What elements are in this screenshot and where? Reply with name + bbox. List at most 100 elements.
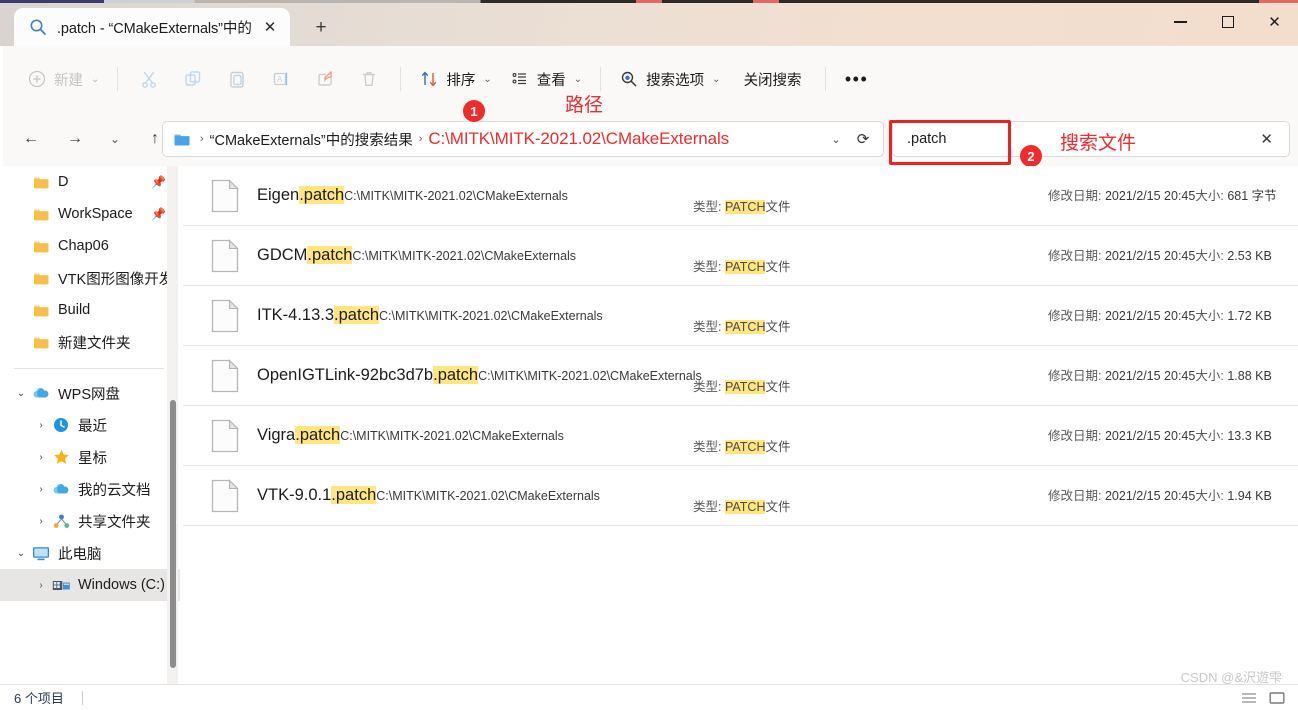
file-size: 大小: 2.53 KB: [1195, 249, 1271, 263]
date-value: 2021/2/15 20:45: [1104, 428, 1196, 443]
sort-button[interactable]: 排序 ⌄: [410, 61, 500, 97]
date-label: 修改日期:: [1048, 368, 1102, 383]
sidebar-item-label: 最近: [78, 418, 107, 435]
new-tab-button[interactable]: +: [306, 14, 336, 42]
share-button[interactable]: [303, 60, 347, 98]
sidebar-tree-item[interactable]: › 共享文件夹: [0, 505, 180, 537]
sidebar-item-label: 新建文件夹: [58, 335, 131, 352]
file-row[interactable]: OpenIGTLink-92bc3d7b.patchC:\MITK\MITK-2…: [183, 346, 1298, 406]
drive-icon: [50, 578, 72, 593]
close-window-button[interactable]: ✕: [1251, 0, 1298, 44]
cut-button[interactable]: [127, 60, 171, 98]
maximize-button[interactable]: [1204, 0, 1251, 44]
breadcrumb-search-results[interactable]: “CMakeExternals”中的搜索结果: [210, 129, 413, 150]
annotation-badge-2: 2: [1020, 145, 1042, 167]
sidebar-quick-item[interactable]: VTK图形图像开发: [0, 262, 180, 294]
type-suffix: 文件: [765, 500, 791, 514]
status-bar: 6 个项目: [0, 684, 1298, 710]
minimize-button[interactable]: [1157, 0, 1204, 44]
sidebar-tree-item[interactable]: › 最近: [0, 409, 180, 441]
file-size: 大小: 1.88 KB: [1195, 369, 1271, 383]
chevron-icon[interactable]: ›: [32, 452, 50, 463]
file-icon: [207, 358, 243, 393]
file-icon: [207, 478, 243, 513]
more-options-button[interactable]: •••: [835, 60, 879, 98]
type-match: PATCH: [724, 380, 766, 394]
sidebar-divider: [14, 368, 164, 369]
chevron-icon[interactable]: ›: [32, 484, 50, 495]
file-date: 修改日期: 2021/2/15 20:45: [1048, 369, 1195, 383]
paste-button[interactable]: [215, 60, 259, 98]
new-button[interactable]: 新建 ⌄: [18, 61, 108, 97]
chevron-icon[interactable]: ⌄: [12, 388, 30, 399]
type-suffix: 文件: [765, 200, 791, 214]
file-row[interactable]: Vigra.patchC:\MITK\MITK-2021.02\CMakeExt…: [183, 406, 1298, 466]
search-clear-icon[interactable]: ✕: [1252, 130, 1281, 148]
copy-button[interactable]: [171, 60, 215, 98]
tab-title: .patch - “CMakeExternals”中的: [57, 20, 252, 37]
sidebar-quick-item[interactable]: 新建文件夹: [0, 326, 180, 358]
file-size: 大小: 13.3 KB: [1195, 429, 1271, 443]
details-view-icon[interactable]: [1240, 690, 1258, 706]
search-options-button[interactable]: 搜索选项 ⌄: [610, 61, 729, 97]
folder-icon: [30, 335, 52, 350]
file-name: GDCM.patch: [257, 246, 353, 264]
file-date: 修改日期: 2021/2/15 20:45: [1048, 489, 1195, 503]
rename-button[interactable]: A: [259, 60, 303, 98]
file-date: 修改日期: 2021/2/15 20:45: [1048, 429, 1195, 443]
delete-button[interactable]: [347, 60, 391, 98]
type-label: 类型:: [693, 320, 722, 334]
star-icon: [50, 449, 72, 465]
size-value: 681 字节: [1227, 188, 1277, 203]
chevron-icon[interactable]: ⌄: [12, 548, 30, 559]
breadcrumb-path[interactable]: C:\MITK\MITK-2021.02\CMakeExternals: [428, 129, 729, 149]
sidebar-quick-item[interactable]: WorkSpace 📌: [0, 198, 180, 230]
date-label: 修改日期:: [1048, 488, 1102, 503]
sidebar-quick-item[interactable]: Chap06: [0, 230, 180, 262]
size-label: 大小:: [1195, 248, 1224, 263]
sidebar-quick-item[interactable]: Build: [0, 294, 180, 326]
large-icons-view-icon[interactable]: [1268, 690, 1286, 706]
file-row[interactable]: Eigen.patchC:\MITK\MITK-2021.02\CMakeExt…: [183, 166, 1298, 226]
search-input[interactable]: .patch: [907, 131, 947, 147]
sidebar-item-label: Windows (C:): [78, 577, 166, 593]
chevron-icon[interactable]: ›: [32, 580, 50, 591]
type-suffix: 文件: [765, 440, 791, 454]
sidebar-tree-item[interactable]: › 星标: [0, 441, 180, 473]
chevron-down-icon: ⌄: [483, 73, 492, 85]
browser-tab[interactable]: .patch - “CMakeExternals”中的 ✕: [14, 8, 290, 46]
sidebar-tree-item[interactable]: › 我的云文档: [0, 473, 180, 505]
file-size: 大小: 1.72 KB: [1195, 309, 1271, 323]
sidebar-quick-item[interactable]: D 📌: [0, 166, 180, 198]
type-label: 类型:: [693, 200, 722, 214]
folder-icon: [30, 271, 52, 286]
chevron-icon[interactable]: ›: [32, 516, 50, 527]
quick-access-list: D 📌 WorkSpace 📌 Chap06 VTK图形图像开发 Build 新建文件夹: [0, 166, 180, 358]
back-button[interactable]: ←: [14, 122, 48, 156]
recent-locations-button[interactable]: ⌄: [98, 122, 132, 156]
address-dropdown-icon[interactable]: ⌄: [823, 133, 849, 146]
file-main: Eigen.patchC:\MITK\MITK-2021.02\CMakeExt…: [243, 185, 693, 206]
chevron-icon[interactable]: ›: [32, 420, 50, 431]
tab-close-icon[interactable]: ✕: [256, 13, 284, 41]
file-date: 修改日期: 2021/2/15 20:45: [1048, 189, 1195, 203]
navigation-pane: D 📌 WorkSpace 📌 Chap06 VTK图形图像开发 Build 新建文件夹 ⌄ W…: [0, 166, 180, 686]
sidebar-tree-item[interactable]: ⌄ WPS网盘: [0, 377, 180, 409]
file-name-prefix: Vigra: [257, 426, 296, 444]
file-row[interactable]: ITK-4.13.3.patchC:\MITK\MITK-2021.02\CMa…: [183, 286, 1298, 346]
date-value: 2021/2/15 20:45: [1104, 248, 1196, 263]
forward-button[interactable]: →: [58, 122, 92, 156]
sidebar-item-label: 共享文件夹: [78, 514, 151, 531]
file-row[interactable]: GDCM.patchC:\MITK\MITK-2021.02\CMakeExte…: [183, 226, 1298, 286]
chevron-down-icon: ⌄: [573, 73, 583, 85]
type-match: PATCH: [724, 500, 766, 514]
address-bar[interactable]: › “CMakeExternals”中的搜索结果 › C:\MITK\MITK-…: [162, 121, 884, 157]
refresh-icon[interactable]: ⟳: [849, 130, 877, 148]
date-label: 修改日期:: [1048, 428, 1102, 443]
sidebar-scrollbar-thumb[interactable]: [170, 400, 176, 668]
close-search-button[interactable]: 关闭搜索: [730, 61, 816, 97]
sidebar-tree-item[interactable]: › Windows (C:): [0, 569, 180, 601]
file-type: 类型: PATCH文件: [693, 496, 943, 525]
sidebar-tree-item[interactable]: ⌄ 此电脑: [0, 537, 180, 569]
file-row[interactable]: VTK-9.0.1.patchC:\MITK\MITK-2021.02\CMak…: [183, 466, 1298, 526]
